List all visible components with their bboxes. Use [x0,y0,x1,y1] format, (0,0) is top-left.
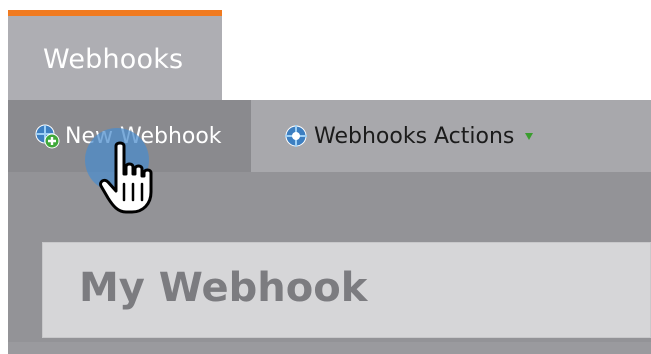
webhook-actions-icon [285,125,307,147]
webhooks-actions-label: Webhooks Actions [314,123,515,149]
add-webhook-icon [35,124,60,149]
webhook-name-field[interactable]: My Webhook [42,242,651,338]
webhook-name-value: My Webhook [79,265,368,311]
tab-strip [222,16,651,100]
dropdown-caret-icon [525,133,534,140]
webhooks-panel: Webhooks New Webhook Webhooks Actions My… [0,0,651,354]
content-footer-band [8,342,651,354]
tab-webhooks-label: Webhooks [43,44,184,75]
tab-webhooks[interactable]: Webhooks [8,16,222,100]
hand-pointer-icon [99,141,153,214]
webhooks-actions-menu[interactable]: Webhooks Actions [251,100,651,172]
window-edge [0,10,8,354]
